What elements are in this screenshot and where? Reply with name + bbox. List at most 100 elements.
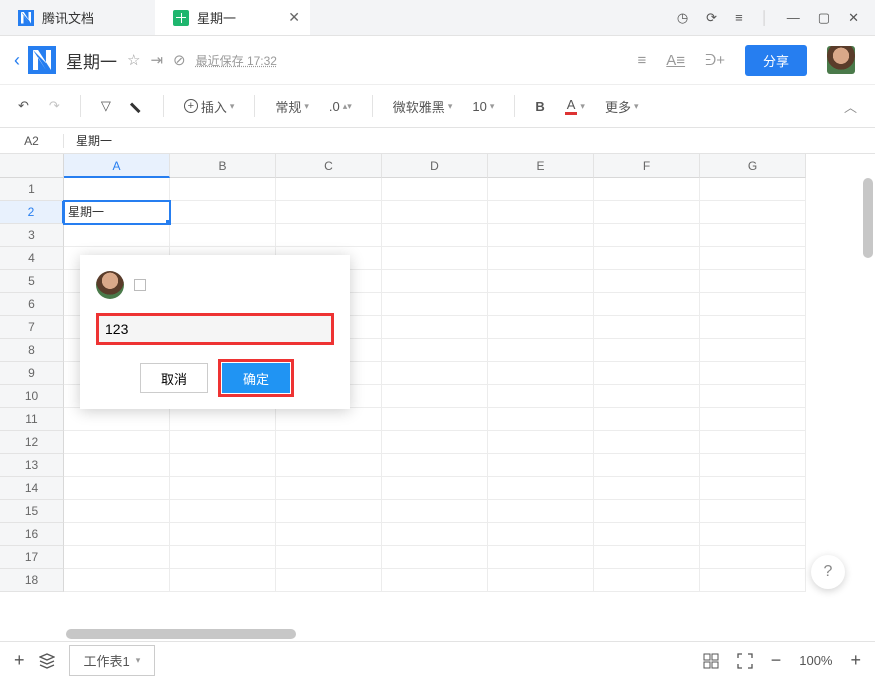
share-button[interactable]: 分享 [745,45,807,76]
cell[interactable] [488,569,594,592]
cell[interactable] [700,247,806,270]
format-painter-button[interactable]: ▽ [97,94,115,118]
cell[interactable] [170,523,276,546]
cell[interactable] [700,316,806,339]
cell[interactable] [64,523,170,546]
column-header[interactable]: C [276,154,382,178]
cell[interactable] [276,408,382,431]
row-header[interactable]: 7 [0,316,64,339]
cell[interactable] [64,500,170,523]
cell[interactable] [382,431,488,454]
cell[interactable] [276,201,382,224]
horizontal-scrollbar[interactable] [66,629,296,639]
cell[interactable] [594,339,700,362]
cell[interactable] [382,408,488,431]
cell[interactable] [170,224,276,247]
cell[interactable] [488,385,594,408]
cell[interactable] [700,569,806,592]
cell[interactable] [488,546,594,569]
cell[interactable] [276,431,382,454]
cell[interactable] [276,546,382,569]
cell[interactable] [594,362,700,385]
cell[interactable] [488,431,594,454]
cell[interactable] [488,270,594,293]
cell[interactable] [382,316,488,339]
cell[interactable]: 星期一 [64,201,170,224]
cell[interactable] [64,569,170,592]
cell[interactable] [170,454,276,477]
cell[interactable] [170,201,276,224]
formula-value[interactable]: 星期一 [64,132,112,149]
cell[interactable] [64,224,170,247]
add-sheet-button[interactable]: + [14,650,25,671]
cell[interactable] [382,569,488,592]
number-format-menu[interactable]: 常规▾ [271,93,313,120]
row-header[interactable]: 17 [0,546,64,569]
row-header[interactable]: 11 [0,408,64,431]
cell[interactable] [594,201,700,224]
cell[interactable] [170,178,276,201]
column-header[interactable]: D [382,154,488,178]
maximize-icon[interactable]: ▢ [818,10,830,26]
cell[interactable] [276,454,382,477]
cell[interactable] [64,408,170,431]
cell[interactable] [488,178,594,201]
cell[interactable] [594,293,700,316]
doc-title[interactable]: 星期一 [66,48,117,73]
cell[interactable] [700,339,806,362]
star-icon[interactable]: ☆ [127,51,140,69]
cell[interactable] [700,500,806,523]
row-header[interactable]: 18 [0,569,64,592]
fullscreen-icon[interactable] [737,653,753,669]
cell[interactable] [382,454,488,477]
zoom-out-button[interactable]: − [771,650,782,671]
column-header[interactable]: E [488,154,594,178]
cell[interactable] [170,477,276,500]
cell[interactable] [64,546,170,569]
cancel-button[interactable]: 取消 [140,363,208,393]
cell[interactable] [64,178,170,201]
cell[interactable] [488,201,594,224]
cell[interactable] [488,454,594,477]
menu-icon[interactable]: ≡ [735,10,743,25]
row-header[interactable]: 2 [0,201,64,224]
clear-format-button[interactable] [127,98,147,114]
cell[interactable] [700,385,806,408]
undo-button[interactable]: ↶ [14,94,33,118]
list-icon[interactable]: ≡ [638,52,647,69]
cell[interactable] [488,500,594,523]
cell[interactable] [700,546,806,569]
folder-move-icon[interactable]: ⇥ [150,51,163,69]
cell[interactable] [488,523,594,546]
cell-reference[interactable]: A2 [0,134,64,148]
column-header[interactable]: G [700,154,806,178]
cell[interactable] [594,523,700,546]
help-button[interactable]: ? [811,555,845,589]
refresh-icon[interactable]: ⟳ [706,10,717,26]
cell[interactable] [594,500,700,523]
history-icon[interactable]: ◷ [677,10,688,26]
text-format-icon[interactable]: A≡ [666,52,685,69]
cell[interactable] [700,477,806,500]
cell[interactable] [700,431,806,454]
cell[interactable] [488,224,594,247]
cell[interactable] [382,523,488,546]
decimal-menu[interactable]: .0▴▾ [325,95,356,118]
column-header[interactable]: A [64,154,170,178]
row-header[interactable]: 3 [0,224,64,247]
more-menu[interactable]: 更多▾ [601,93,643,120]
cell[interactable] [594,316,700,339]
cell[interactable] [382,293,488,316]
ok-button[interactable]: 确定 [222,363,290,393]
cell[interactable] [170,546,276,569]
cell[interactable] [170,569,276,592]
cell[interactable] [170,500,276,523]
column-header[interactable]: F [594,154,700,178]
cell[interactable] [382,385,488,408]
cell[interactable] [276,500,382,523]
cell[interactable] [382,362,488,385]
cell[interactable] [64,431,170,454]
insert-menu[interactable]: +插入▾ [180,93,239,120]
cell[interactable] [700,362,806,385]
cell[interactable] [488,316,594,339]
